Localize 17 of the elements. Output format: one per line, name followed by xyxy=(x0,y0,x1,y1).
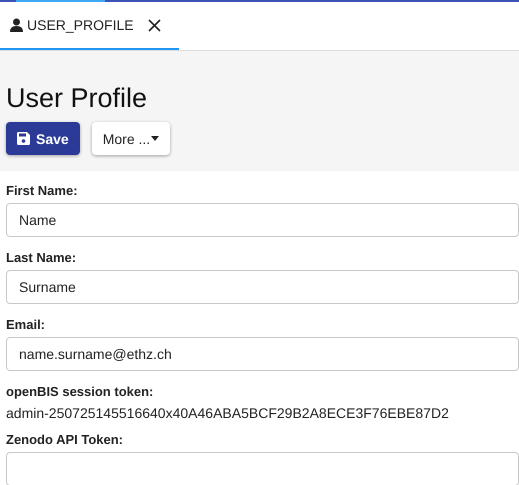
input-field[interactable] xyxy=(6,452,519,485)
caret-icon xyxy=(151,136,160,141)
input-field[interactable]: Name xyxy=(6,203,519,237)
input-field[interactable]: name.surname@ethz.ch xyxy=(6,337,519,371)
save-icon xyxy=(17,132,30,145)
field-label: Zenodo API Token: xyxy=(6,432,124,448)
field-label: openBIS session token: xyxy=(6,384,154,400)
token-text: admin-250725145516640x40A46ABA5BCF29B2A8ECE3F76EBE87D2 xyxy=(6,404,450,422)
field-label: Email: xyxy=(6,317,46,333)
field-label: First Name: xyxy=(6,183,79,199)
more-dropdown[interactable]: More ... xyxy=(92,122,170,155)
page-title: User Profile xyxy=(6,82,148,114)
field-label: Last Name: xyxy=(6,250,78,266)
save-button[interactable]: Save xyxy=(6,122,80,155)
close-icon[interactable] xyxy=(148,18,161,32)
user-icon xyxy=(10,18,23,32)
input-field[interactable]: Surname xyxy=(6,270,519,304)
